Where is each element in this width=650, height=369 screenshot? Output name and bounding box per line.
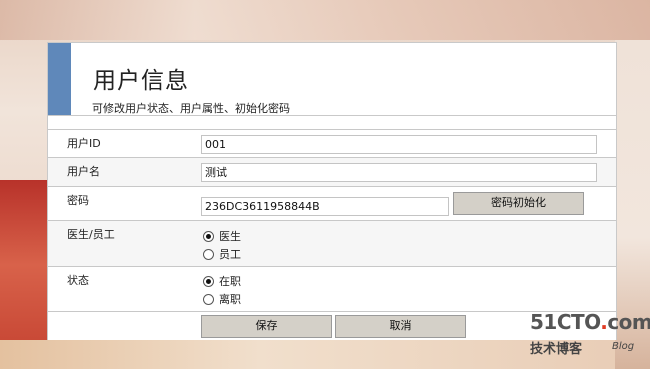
row-status: 状态 在职 离职 xyxy=(48,267,616,312)
panel-header: 用户信息 可修改用户状态、用户属性、初始化密码 xyxy=(48,43,616,115)
radio-checked-icon[interactable] xyxy=(203,275,214,287)
username-field[interactable]: 测试 xyxy=(201,163,597,182)
status-option-employed-label: 在职 xyxy=(219,275,241,288)
reset-password-button[interactable]: 密码初始化 xyxy=(453,192,584,215)
site-watermark: 51CTO.com 技术博客 Blog xyxy=(530,310,650,360)
radio-unchecked-icon[interactable] xyxy=(203,293,214,305)
watermark-site-name: 51CTO.com xyxy=(530,310,650,334)
watermark-site-suffix: com xyxy=(607,310,650,334)
save-button[interactable]: 保存 xyxy=(201,315,332,338)
role-label: 医生/员工 xyxy=(67,228,115,241)
user-info-panel: 用户信息 可修改用户状态、用户属性、初始化密码 用户ID 001 用户名 测试 … xyxy=(47,42,617,340)
status-label: 状态 xyxy=(67,274,89,287)
page-title: 用户信息 xyxy=(93,68,189,94)
status-option-resigned[interactable]: 离职 xyxy=(203,291,241,307)
watermark-blog-cn: 技术博客 xyxy=(530,342,583,357)
background-banner xyxy=(0,0,650,40)
user-id-label: 用户ID xyxy=(67,137,101,150)
row-username: 用户名 测试 xyxy=(48,158,616,187)
row-user-id: 用户ID 001 xyxy=(48,130,616,158)
role-option-staff-label: 员工 xyxy=(219,248,241,261)
cancel-button[interactable]: 取消 xyxy=(335,315,466,338)
role-option-doctor[interactable]: 医生 xyxy=(203,228,241,244)
page-subtitle: 可修改用户状态、用户属性、初始化密码 xyxy=(92,102,290,115)
user-form: 用户ID 001 用户名 测试 密码 236DC3611958844B 密码初始… xyxy=(48,129,616,340)
header-divider xyxy=(48,115,616,116)
role-option-doctor-label: 医生 xyxy=(219,230,241,243)
username-label: 用户名 xyxy=(67,165,100,178)
role-option-staff[interactable]: 员工 xyxy=(203,246,241,262)
header-accent-bar xyxy=(48,43,71,115)
status-option-resigned-label: 离职 xyxy=(219,293,241,306)
row-password: 密码 236DC3611958844B 密码初始化 xyxy=(48,187,616,221)
status-option-employed[interactable]: 在职 xyxy=(203,273,241,289)
watermark-site-prefix: 51CTO xyxy=(530,310,601,334)
watermark-blog-en: Blog xyxy=(612,341,635,352)
password-label: 密码 xyxy=(67,194,89,207)
row-role: 医生/员工 医生 员工 xyxy=(48,221,616,267)
password-field[interactable]: 236DC3611958844B xyxy=(201,197,449,216)
user-id-field[interactable]: 001 xyxy=(201,135,597,154)
radio-unchecked-icon[interactable] xyxy=(203,248,214,260)
radio-checked-icon[interactable] xyxy=(203,230,214,242)
